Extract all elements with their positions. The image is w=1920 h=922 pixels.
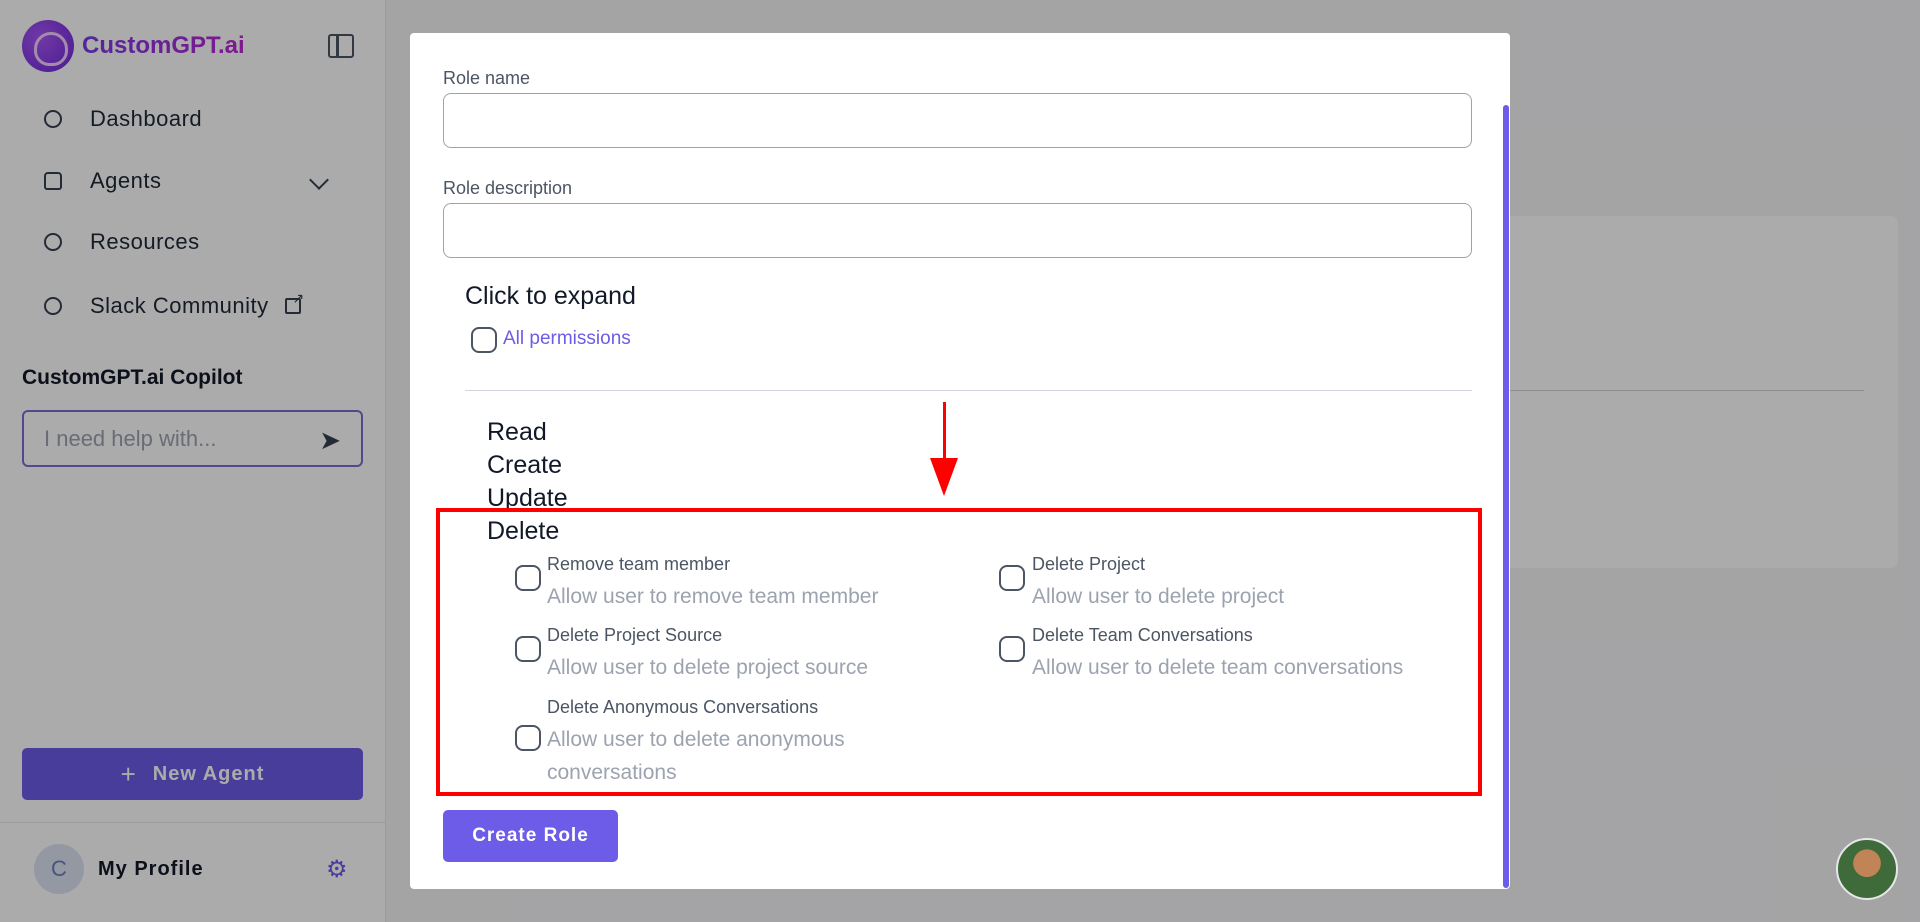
annotation-arrow-shaft: [943, 402, 946, 466]
annotation-arrow-down-icon: [930, 458, 958, 496]
role-name-input[interactable]: [443, 93, 1472, 148]
all-permissions-label[interactable]: All permissions: [503, 328, 631, 350]
role-name-label: Role name: [443, 68, 531, 88]
role-description-label: Role description: [443, 178, 573, 198]
all-permissions-checkbox[interactable]: [471, 327, 497, 353]
annotation-highlight-box: [436, 508, 1482, 796]
modal-scrollbar[interactable]: [1503, 105, 1509, 888]
heading-create[interactable]: Create: [487, 451, 562, 480]
section-divider: [465, 390, 1472, 391]
heading-read[interactable]: Read: [487, 418, 547, 447]
expand-title[interactable]: Click to expand: [465, 282, 636, 311]
role-description-input[interactable]: [443, 203, 1472, 258]
support-chat-avatar[interactable]: [1836, 838, 1898, 900]
create-role-button[interactable]: Create Role: [443, 810, 618, 862]
